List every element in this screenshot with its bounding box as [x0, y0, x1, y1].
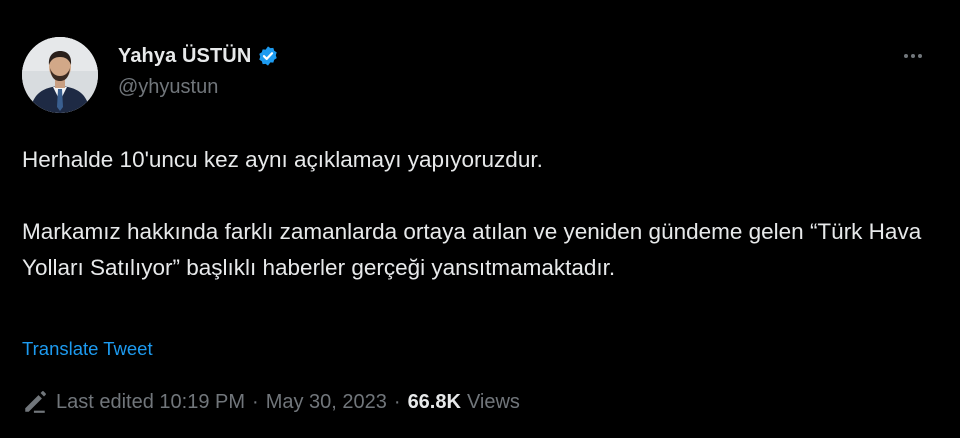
verified-badge-icon[interactable] [257, 45, 279, 67]
more-dot [904, 54, 908, 58]
tweet-text-line: Herhalde 10'uncu kez aynı açıklamayı yap… [22, 147, 543, 172]
more-dot [918, 54, 922, 58]
more-options-icon[interactable] [898, 46, 928, 66]
author-display-name[interactable]: Yahya ÜSTÜN [118, 45, 251, 68]
author-handle[interactable]: @yhyustun [118, 76, 218, 99]
more-dot [911, 54, 915, 58]
last-edited-time[interactable]: Last edited 10:19 PM [56, 391, 245, 414]
author-name-row: Yahya ÜSTÜN [118, 42, 279, 70]
meta-separator: · [393, 390, 401, 413]
tweet-text-line: Markamız hakkında farklı zamanlarda orta… [22, 219, 922, 280]
tweet-text: Herhalde 10'uncu kez aynı açıklamayı yap… [22, 142, 922, 286]
translate-tweet-link[interactable]: Translate Tweet [22, 338, 153, 360]
views-label: Views [466, 390, 520, 413]
meta-separator: · [252, 390, 259, 413]
tweet-card: Yahya ÜSTÜN @yhyustun Herhalde 10'uncu k… [0, 0, 960, 438]
pencil-icon[interactable] [22, 389, 48, 415]
profile-photo-icon [22, 37, 98, 113]
tweet-date[interactable]: May 30, 2023 [266, 391, 387, 414]
views-count: 66.8K [407, 390, 461, 413]
avatar[interactable] [22, 37, 98, 113]
tweet-meta: Last edited 10:19 PM · May 30, 2023 · 66… [22, 389, 520, 415]
